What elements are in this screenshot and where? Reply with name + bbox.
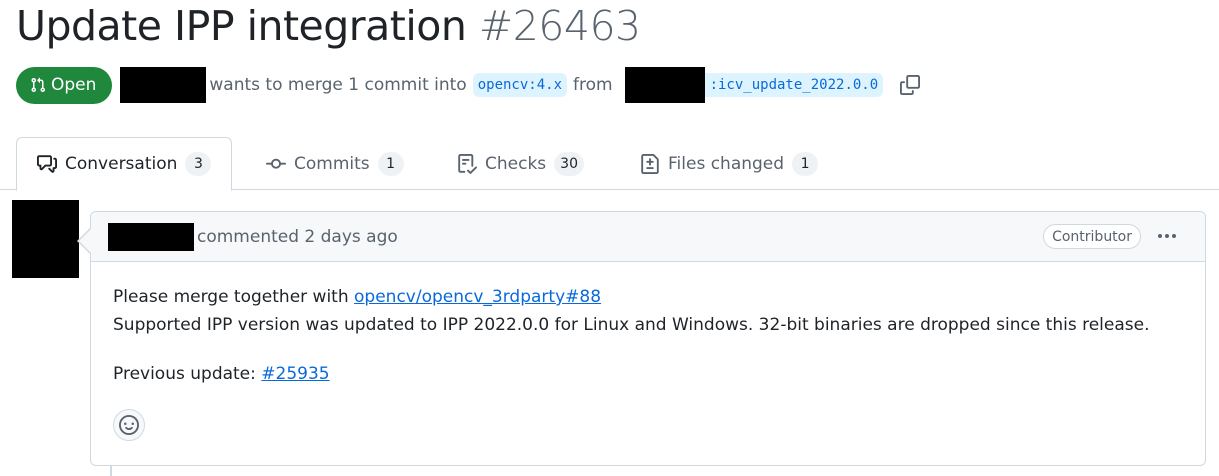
tab-files-changed[interactable]: Files changed 1 — [640, 137, 819, 190]
smiley-icon — [119, 415, 139, 435]
comment-line-1-text: Please merge together with — [113, 287, 355, 307]
redacted-commenter — [108, 222, 194, 251]
pr-meta: Open wants to merge 1 commit into opencv… — [16, 66, 921, 104]
tab-commits-label: Commits — [294, 153, 370, 174]
comment-line-3: Previous update: #25935 — [113, 360, 1183, 388]
copy-branch-button[interactable] — [900, 75, 921, 95]
git-pull-request-icon — [31, 77, 46, 93]
state-badge: Open — [16, 66, 113, 104]
redacted-author — [120, 67, 207, 103]
timeline-line — [110, 465, 112, 476]
head-branch[interactable]: :icv_update_2022.0.0 — [704, 73, 884, 97]
pr-title: Update IPP integration — [16, 2, 467, 50]
comment-body: Please merge together with opencv/opencv… — [91, 262, 1205, 388]
tab-checks-label: Checks — [485, 153, 547, 174]
copy-icon — [900, 75, 921, 95]
merge-description: wants to merge 1 commit into — [209, 75, 467, 95]
checklist-icon — [458, 153, 477, 174]
pr-title-heading: Update IPP integration #26463 — [16, 2, 641, 50]
redacted-head-owner — [624, 67, 705, 103]
base-branch[interactable]: opencv:4.x — [472, 73, 568, 97]
previous-update-link[interactable]: #25935 — [261, 364, 329, 384]
tab-commits[interactable]: Commits 1 — [266, 137, 404, 190]
pr-number: #26463 — [478, 2, 641, 50]
git-commit-icon — [266, 158, 286, 169]
tab-checks-count: 30 — [554, 151, 584, 176]
avatar[interactable] — [12, 200, 79, 278]
from-label: from — [573, 75, 613, 95]
tab-files-changed-count: 1 — [792, 151, 819, 176]
comment-line-2: Supported IPP version was updated to IPP… — [113, 315, 1150, 335]
tab-commits-count: 1 — [377, 151, 404, 176]
comment-line-1: Please merge together with opencv/opencv… — [113, 283, 1183, 311]
tab-checks[interactable]: Checks 30 — [457, 137, 584, 190]
comment-header: commented 2 days ago Contributor — [91, 212, 1205, 262]
tab-files-changed-label: Files changed — [668, 153, 785, 174]
comment-line-3-text: Previous update: — [113, 364, 262, 384]
tab-conversation-label: Conversation — [65, 154, 178, 174]
kebab-horizontal-icon[interactable] — [1155, 226, 1179, 246]
comment-timestamp[interactable]: commented 2 days ago — [197, 227, 398, 247]
comment-box: commented 2 days ago Contributor Please … — [77, 211, 1206, 466]
add-reaction-button[interactable] — [113, 409, 145, 441]
role-badge: Contributor — [1043, 224, 1141, 249]
pr-tabs: Conversation 3 Commits 1 Checks 30 Files… — [0, 137, 1219, 191]
state-label: Open — [51, 75, 97, 95]
file-diff-icon — [641, 153, 659, 174]
related-pr-link[interactable]: opencv/opencv_3rdparty#88 — [354, 287, 601, 307]
comment-discussion-icon — [37, 155, 57, 173]
tab-conversation-count: 3 — [185, 152, 212, 176]
tab-conversation[interactable]: Conversation 3 — [16, 137, 233, 191]
